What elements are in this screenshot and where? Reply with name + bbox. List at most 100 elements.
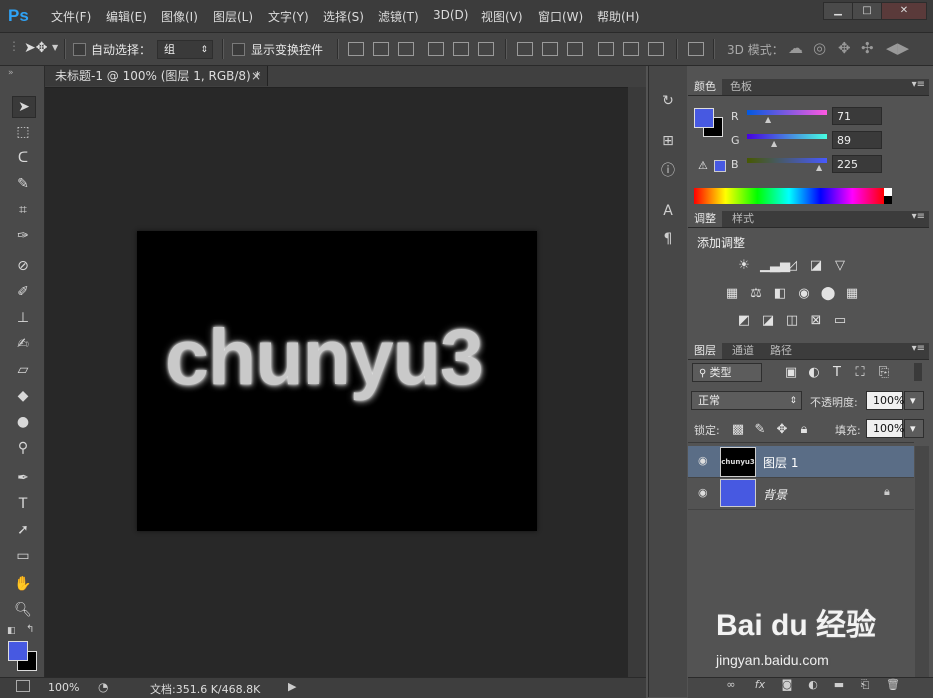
b-slider-thumb[interactable]: ▲ [816, 163, 822, 172]
distribute-left-icon[interactable] [598, 42, 614, 56]
show-transform-checkbox[interactable] [232, 43, 245, 56]
menu-layer[interactable]: 图层(L) [213, 8, 253, 25]
distribute-hcenter-icon[interactable] [623, 42, 639, 56]
filter-toggle-icon[interactable] [914, 363, 922, 381]
color-foreground-swatch[interactable] [694, 108, 714, 128]
hue-saturation-icon[interactable]: ▦ [724, 287, 740, 301]
color-lookup-icon[interactable]: ▦ [844, 287, 860, 301]
exposure-icon[interactable]: ◪ [808, 259, 824, 273]
color-balance-icon[interactable]: ⚖ [748, 287, 764, 301]
fill-dropdown[interactable]: ▾ [904, 419, 924, 438]
status-menu-icon[interactable]: ◔ [98, 680, 108, 694]
paragraph-icon[interactable]: ¶ [659, 230, 677, 248]
history-icon[interactable]: ↻ [659, 92, 677, 110]
opacity-dropdown[interactable]: ▾ [904, 391, 924, 410]
distribute-top-icon[interactable] [517, 42, 533, 56]
tab-adjustments[interactable]: 调整 [688, 211, 722, 227]
menu-edit[interactable]: 编辑(E) [106, 8, 147, 25]
tab-channels[interactable]: 通道 [726, 343, 760, 359]
layer-row-background[interactable]: ◉ 背景 🔒︎ [688, 478, 914, 510]
align-right-icon[interactable] [478, 42, 494, 56]
visibility-eye-icon[interactable]: ◉ [698, 486, 708, 499]
channel-mixer-icon[interactable]: ⬤ [820, 287, 836, 301]
document-tab[interactable]: 未标题-1 @ 100% (图层 1, RGB/8) * × [45, 66, 268, 86]
r-value[interactable]: 71 [832, 107, 882, 125]
menu-type[interactable]: 文字(Y) [268, 8, 309, 25]
lock-all-icon[interactable]: 🔒︎ [796, 423, 812, 437]
align-bottom-icon[interactable] [398, 42, 414, 56]
lock-transparent-icon[interactable]: ▩ [730, 423, 746, 437]
color-spectrum-bar[interactable] [694, 188, 884, 204]
layers-scrollbar[interactable] [915, 446, 929, 677]
lasso-tool-icon[interactable]: ᑕ [12, 148, 34, 168]
filter-pixel-icon[interactable]: ▣ [783, 366, 799, 380]
g-value[interactable]: 89 [832, 131, 882, 149]
menu-view[interactable]: 视图(V) [481, 8, 523, 25]
menu-help[interactable]: 帮助(H) [597, 8, 639, 25]
threshold-icon[interactable]: ◫ [784, 314, 800, 328]
paint-bucket-tool-icon[interactable]: ◆ [12, 386, 34, 406]
move-tool-icon[interactable]: ➤ [12, 96, 36, 118]
3d-slide-icon[interactable]: ✣ [861, 39, 874, 57]
collapse-icon[interactable]: » [8, 68, 14, 78]
crop-tool-icon[interactable]: ⌗ [12, 200, 34, 220]
black-swatch[interactable] [884, 196, 892, 204]
g-slider[interactable] [747, 134, 827, 139]
opacity-field[interactable]: 100% [866, 391, 904, 410]
menu-3d[interactable]: 3D(D) [433, 8, 468, 22]
selective-color-icon[interactable]: ⊠ [808, 314, 824, 328]
stamp-tool-icon[interactable]: ⊥ [12, 308, 34, 328]
new-adjustment-layer-icon[interactable]: ◐ [806, 678, 820, 692]
r-slider[interactable] [747, 110, 827, 115]
curves-icon[interactable]: ◿ [784, 259, 800, 273]
new-group-icon[interactable]: ▬ [832, 678, 846, 692]
distribute-bottom-icon[interactable] [567, 42, 583, 56]
hand-tool-icon[interactable]: ✋ [12, 574, 34, 594]
brightness-contrast-icon[interactable]: ☀ [736, 259, 752, 273]
zoom-level[interactable]: 100% [48, 681, 79, 694]
lock-position-icon[interactable]: ✥ [774, 423, 790, 437]
tab-paths[interactable]: 路径 [764, 343, 798, 359]
quick-select-tool-icon[interactable]: ✎ [12, 174, 34, 194]
menu-file[interactable]: 文件(F) [51, 8, 91, 25]
align-vcenter-icon[interactable] [373, 42, 389, 56]
menu-filter[interactable]: 滤镜(T) [378, 8, 419, 25]
invert-icon[interactable]: ◩ [736, 314, 752, 328]
canvas[interactable]: chunyu3 [137, 231, 537, 531]
levels-icon[interactable]: ▁▃▅ [760, 259, 790, 273]
gamut-color-swatch[interactable] [714, 160, 726, 172]
3d-roll-icon[interactable]: ◎ [813, 39, 826, 57]
menu-image[interactable]: 图像(I) [161, 8, 198, 25]
maximize-button[interactable]: □ [852, 2, 882, 20]
filter-smart-object-icon[interactable]: ⎘ [876, 366, 892, 380]
path-select-tool-icon[interactable]: ➚ [12, 520, 34, 540]
3d-drag-icon[interactable]: ✥ [838, 39, 851, 57]
auto-select-dropdown[interactable]: 组 ⇕ [157, 40, 213, 59]
g-slider-thumb[interactable]: ▲ [771, 139, 777, 148]
3d-panel-icon[interactable]: ⊞ [659, 132, 677, 150]
align-top-icon[interactable] [348, 42, 364, 56]
layer-filter-dropdown[interactable]: ⚲ 类型 [692, 363, 762, 382]
eraser-tool-icon[interactable]: ▱ [12, 360, 34, 380]
3d-rotate-icon[interactable]: ☁ [788, 39, 803, 57]
eyedropper-tool-icon[interactable]: ✑ [12, 226, 34, 246]
tab-swatches[interactable]: 色板 [724, 79, 758, 95]
photo-filter-icon[interactable]: ◉ [796, 287, 812, 301]
b-value[interactable]: 225 [832, 155, 882, 173]
distribute-right-icon[interactable] [648, 42, 664, 56]
close-button[interactable]: ✕ [881, 2, 927, 20]
vertical-scrollbar[interactable] [628, 87, 646, 677]
vibrance-icon[interactable]: ▽ [832, 259, 848, 273]
fill-field[interactable]: 100% [866, 419, 904, 438]
b-slider[interactable] [747, 158, 827, 163]
new-layer-icon[interactable]: ⎗ [858, 678, 872, 692]
swap-colors-icon[interactable]: ↰ [26, 624, 34, 635]
auto-select-checkbox[interactable] [73, 43, 86, 56]
history-brush-tool-icon[interactable]: ✍ [12, 334, 34, 354]
close-tab-icon[interactable]: × [251, 66, 261, 86]
healing-brush-tool-icon[interactable]: ⊘ [12, 256, 34, 276]
filter-shape-icon[interactable]: ⛶ [852, 366, 868, 380]
dodge-tool-icon[interactable]: ⚲ [12, 438, 34, 458]
character-icon[interactable]: A [659, 202, 677, 220]
out-of-gamut-warning-icon[interactable]: ⚠ [698, 159, 708, 172]
